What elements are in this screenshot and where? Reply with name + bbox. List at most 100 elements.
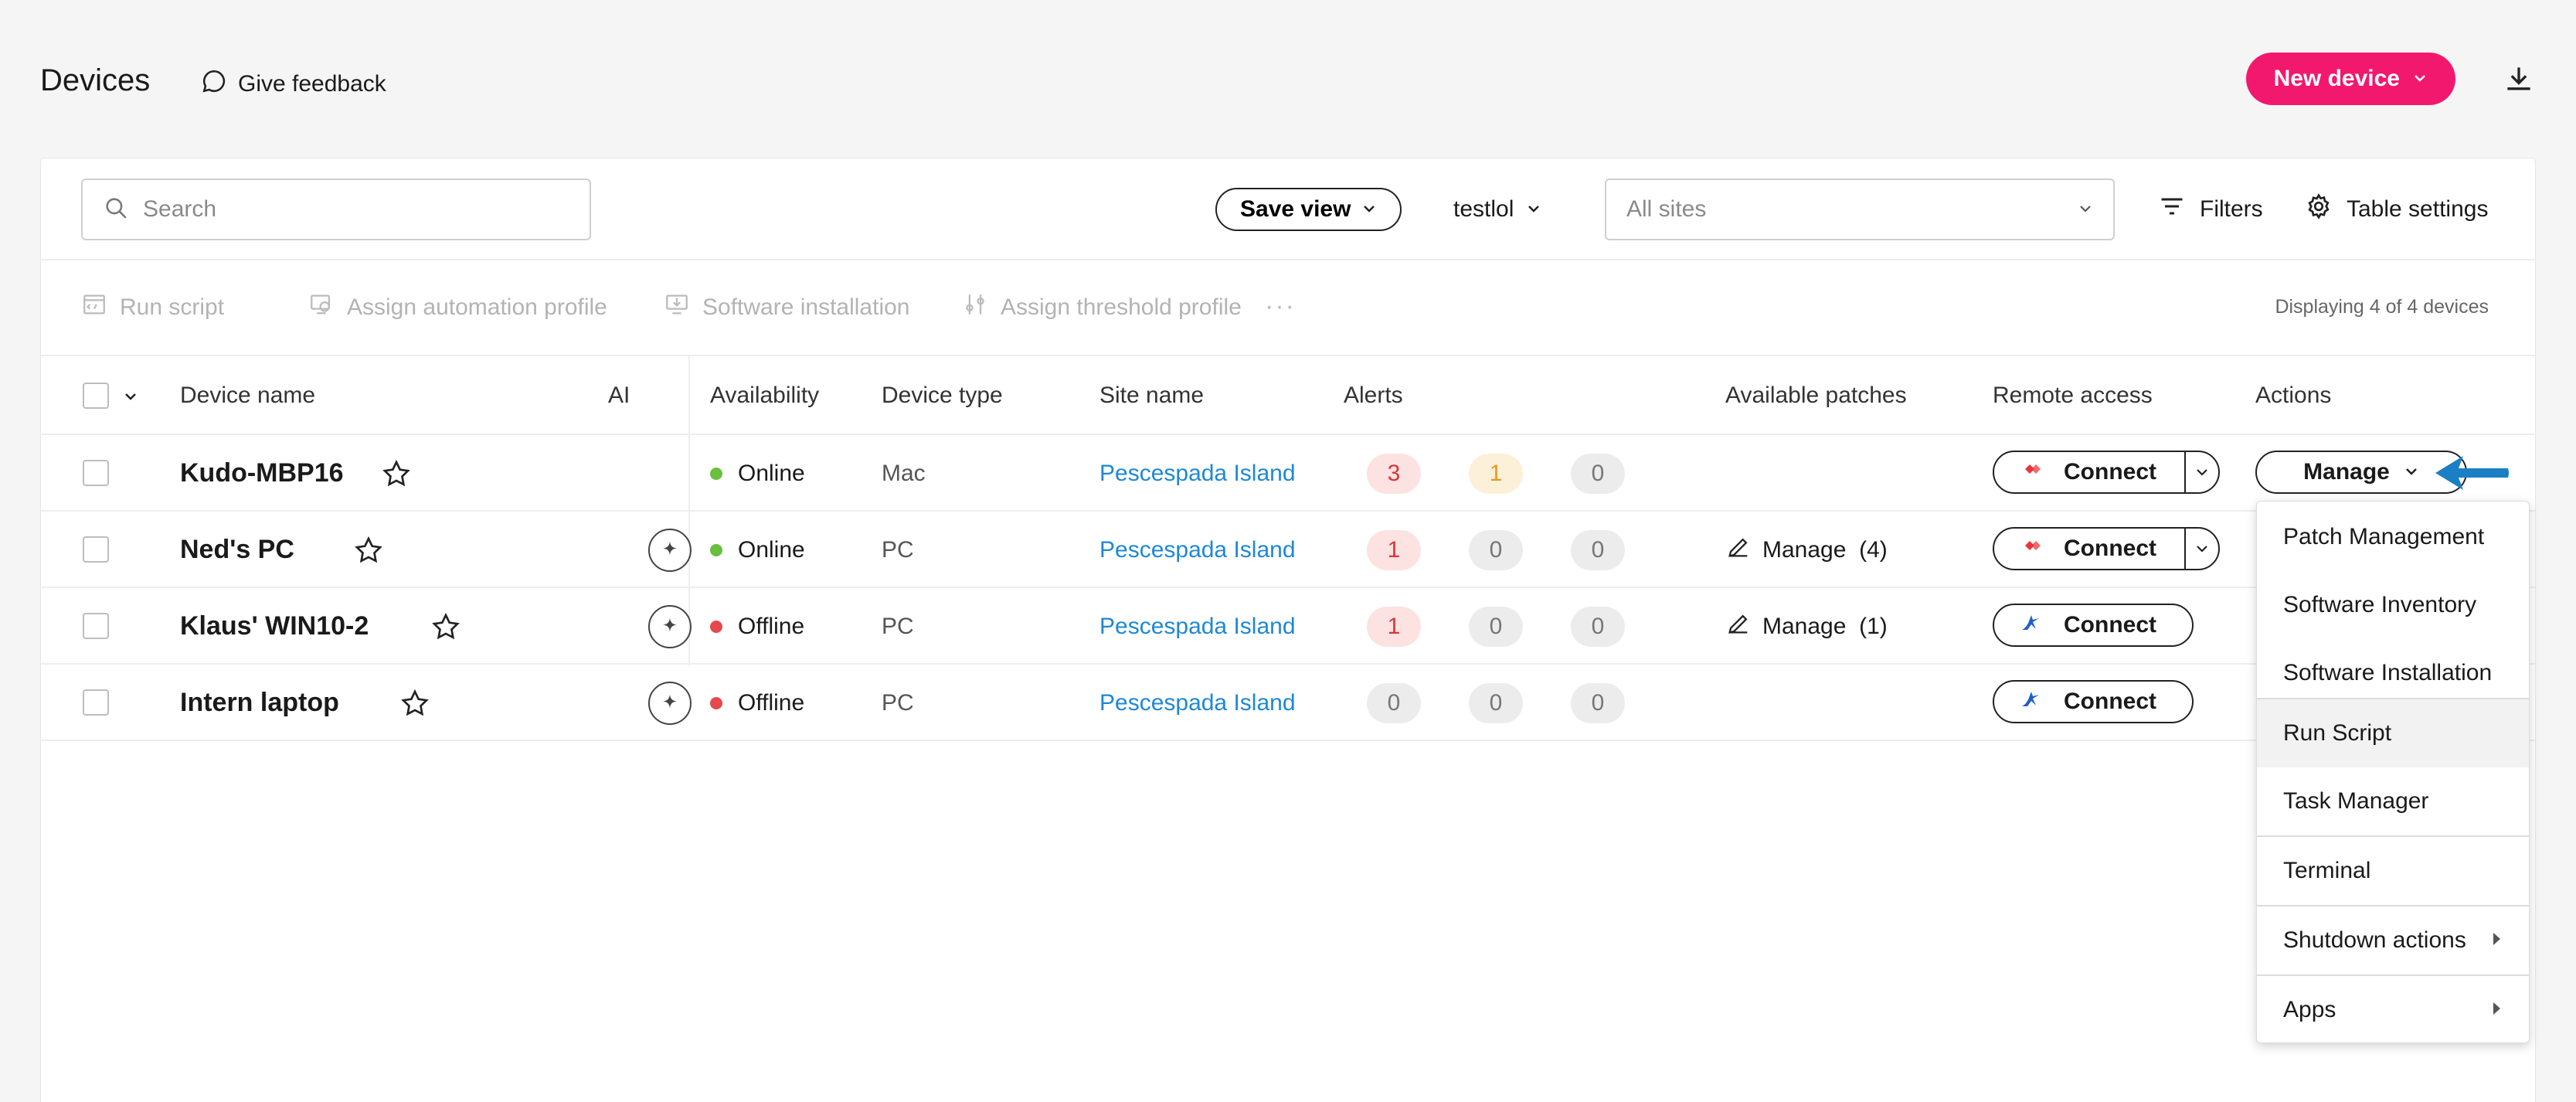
ai-sparkle-button[interactable] — [648, 604, 692, 648]
ai-sparkle-button[interactable] — [648, 528, 692, 572]
view-selector[interactable]: testlol — [1453, 188, 1541, 231]
site-link[interactable]: Pescespada Island — [1099, 665, 1296, 741]
table-header: Device name AI Availability Device type … — [41, 356, 2535, 435]
connect-button[interactable]: Connect — [1993, 604, 2194, 647]
search-input[interactable] — [143, 196, 576, 223]
connect-split-button[interactable]: Connect — [1993, 527, 2220, 570]
sites-select[interactable]: All sites — [1605, 179, 2115, 240]
alert-warning-badge[interactable]: 1 — [1469, 454, 1523, 494]
device-type: PC — [882, 689, 914, 716]
connect-split-button[interactable]: Connect — [1993, 451, 2220, 494]
device-name[interactable]: Klaus' WIN10-2 — [180, 611, 369, 641]
col-available-patches[interactable]: Available patches — [1725, 383, 1907, 409]
select-all-checkbox[interactable] — [83, 383, 109, 409]
connect-dropdown[interactable] — [2184, 452, 2218, 492]
pencil-icon — [1725, 534, 1762, 566]
search-box[interactable] — [81, 179, 591, 240]
alert-neutral-badge[interactable]: 0 — [1571, 454, 1625, 494]
new-device-button[interactable]: New device — [2245, 53, 2455, 105]
connect-button[interactable]: Connect — [1994, 452, 2184, 492]
row-checkbox[interactable] — [83, 536, 109, 563]
alert-neutral-badge[interactable]: 0 — [1571, 530, 1625, 570]
alert-warning-badge[interactable]: 0 — [1469, 607, 1523, 647]
manage-patches-link[interactable]: Manage (4) — [1725, 512, 1888, 588]
menu-item-task-manager[interactable]: Task Manager — [2257, 767, 2529, 835]
table-settings-label: Table settings — [2347, 196, 2489, 222]
connect-label: Connect — [2064, 612, 2156, 638]
connect-dropdown[interactable] — [2184, 529, 2218, 569]
col-device-name[interactable]: Device name — [180, 383, 315, 409]
col-availability[interactable]: Availability — [710, 383, 819, 409]
device-type: Mac — [882, 460, 926, 486]
col-site-name[interactable]: Site name — [1099, 383, 1204, 409]
table-settings-button[interactable]: Table settings — [2305, 192, 2488, 226]
col-ai[interactable]: AI — [608, 383, 630, 409]
menu-item-apps[interactable]: Apps — [2257, 976, 2529, 1044]
caret-right-icon — [2490, 997, 2503, 1023]
offline-dot — [710, 620, 722, 633]
alert-warning-badge[interactable]: 0 — [1469, 683, 1523, 723]
assign-threshold-action[interactable]: Assign threshold profile — [962, 291, 1242, 324]
page-title: Devices — [40, 63, 151, 97]
run-script-action[interactable]: Run script — [81, 291, 224, 324]
patch-count: (4) — [1859, 536, 1888, 563]
download-icon[interactable] — [2502, 62, 2536, 96]
star-icon[interactable] — [430, 588, 461, 665]
ai-sparkle-button[interactable] — [648, 681, 692, 725]
star-icon[interactable] — [399, 665, 430, 741]
menu-item-label: Software Inventory — [2283, 592, 2477, 617]
filter-icon — [2158, 192, 2186, 226]
star-icon[interactable] — [353, 512, 384, 588]
alert-warning-badge[interactable]: 0 — [1469, 530, 1523, 570]
menu-item-software-inventory[interactable]: Software Inventory — [2257, 571, 2529, 639]
row-checkbox[interactable] — [83, 689, 109, 716]
device-type: PC — [882, 536, 914, 563]
alert-critical-badge[interactable]: 1 — [1367, 530, 1421, 570]
row-checkbox[interactable] — [83, 613, 109, 639]
site-link[interactable]: Pescespada Island — [1099, 435, 1296, 512]
alert-critical-badge[interactable]: 1 — [1367, 607, 1421, 647]
connect-button-main[interactable]: Connect — [1994, 605, 2192, 645]
give-feedback-link[interactable]: Give feedback — [201, 68, 386, 100]
alert-neutral-badge[interactable]: 0 — [1571, 607, 1625, 647]
filters-button[interactable]: Filters — [2158, 192, 2263, 226]
displaying-count: Displaying 4 of 4 devices — [2275, 296, 2489, 318]
menu-item-patch-management[interactable]: Patch Management — [2257, 503, 2529, 571]
menu-item-terminal[interactable]: Terminal — [2257, 837, 2529, 905]
give-feedback-label: Give feedback — [238, 71, 386, 97]
site-link[interactable]: Pescespada Island — [1099, 512, 1296, 588]
row-checkbox[interactable] — [83, 460, 109, 486]
top-toolbar: Save view testlol All sites Filters — [41, 158, 2535, 260]
device-name[interactable]: Ned's PC — [180, 535, 294, 565]
save-view-button[interactable]: Save view — [1215, 188, 1402, 231]
connect-button[interactable]: Connect — [1994, 529, 2184, 569]
col-alerts[interactable]: Alerts — [1344, 383, 1403, 409]
menu-item-label: Software Installation — [2283, 660, 2493, 685]
device-name[interactable]: Intern laptop — [180, 688, 339, 718]
menu-item-shutdown-actions[interactable]: Shutdown actions — [2257, 906, 2529, 974]
alert-neutral-badge[interactable]: 0 — [1571, 683, 1625, 723]
more-actions-icon[interactable]: ··· — [1265, 291, 1296, 321]
chevron-down-icon — [2078, 196, 2093, 223]
software-installation-action[interactable]: Software installation — [664, 291, 909, 324]
install-icon — [664, 291, 690, 324]
menu-item-software-installation[interactable]: Software Installation — [2257, 639, 2529, 707]
star-icon[interactable] — [381, 435, 412, 512]
alert-critical-badge[interactable]: 0 — [1367, 683, 1421, 723]
assign-threshold-label: Assign threshold profile — [1001, 294, 1242, 320]
menu-item-run-script[interactable]: Run Script — [2257, 699, 2529, 767]
connect-button[interactable]: Connect — [1993, 680, 2194, 723]
patch-label: Manage — [1762, 536, 1847, 563]
col-actions[interactable]: Actions — [2255, 383, 2331, 409]
alert-critical-badge[interactable]: 3 — [1367, 454, 1421, 494]
site-link[interactable]: Pescespada Island — [1099, 588, 1296, 665]
manage-patches-link[interactable]: Manage (1) — [1725, 588, 1888, 665]
table-row: Kudo-MBP16 Online Mac Pescespada Island … — [41, 435, 2535, 512]
assign-automation-action[interactable]: Assign automation profile — [308, 291, 607, 324]
col-device-type[interactable]: Device type — [882, 383, 1003, 409]
col-remote-access[interactable]: Remote access — [1993, 383, 2153, 409]
connect-button-main[interactable]: Connect — [1994, 682, 2192, 722]
select-menu-chevron-icon[interactable] — [123, 389, 138, 408]
chevron-down-icon — [1526, 196, 1541, 223]
device-name[interactable]: Kudo-MBP16 — [180, 458, 344, 488]
